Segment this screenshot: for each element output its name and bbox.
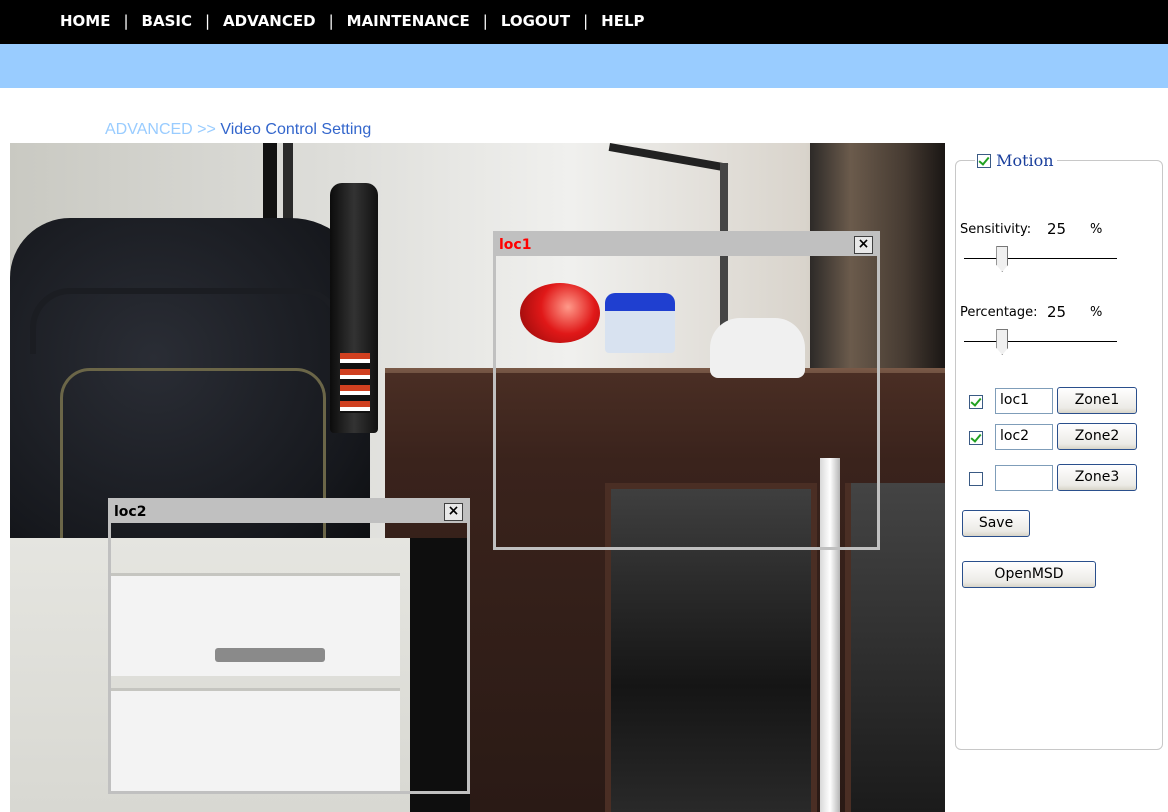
zone2-name-field[interactable]: loc2 [995,424,1053,450]
nav-help-link[interactable]: HELP [601,12,644,30]
zone3-name-field[interactable] [995,465,1053,491]
zone2-checkbox[interactable] [969,431,983,445]
zone3-checkbox[interactable] [969,472,983,486]
nav-separator: | [328,12,334,30]
percentage-value: 25 [1047,303,1067,321]
video-scene-bag-handle [30,288,342,354]
breadcrumb-separator: >> [197,121,216,138]
zone-window-titlebar[interactable]: loc1 × [496,234,877,256]
zone1-name-field[interactable]: loc1 [995,388,1053,414]
nav-separator: | [123,12,129,30]
zone3-button[interactable]: Zone3 [1057,464,1137,491]
nav-logout-link[interactable]: LOGOUT [501,12,570,30]
close-icon[interactable]: × [854,236,873,254]
motion-settings-panel [955,160,1163,750]
nav-separator: | [204,12,211,30]
video-scene-can-label [340,353,370,413]
zone-window-title: loc1 [499,237,532,253]
zone2-button[interactable]: Zone2 [1057,423,1137,450]
zone-window-title: loc2 [114,504,147,520]
sensitivity-label: Sensitivity: [960,222,1032,237]
zone1-button[interactable]: Zone1 [1057,387,1137,414]
nav-separator: | [482,12,488,30]
breadcrumb-current: Video Control Setting [220,121,372,138]
nav-separator: | [583,12,589,30]
header-banner [0,44,1168,88]
motion-zone-window-loc2[interactable]: loc2 × [108,498,470,794]
motion-checkbox[interactable] [977,154,991,168]
openmsd-button[interactable]: OpenMSD [962,561,1096,588]
zone1-checkbox[interactable] [969,395,983,409]
breadcrumb: ADVANCED >> Video Control Setting [105,121,371,139]
top-nav-bar: HOME | BASIC | ADVANCED | MAINTENANCE | LOGOUT | H… [0,0,1168,44]
motion-zone-window-loc1[interactable]: loc1 × [493,231,880,550]
nav-home-link[interactable]: HOME [60,12,110,30]
nav-maintenance-link[interactable]: MAINTENANCE [347,12,470,30]
save-button[interactable]: Save [962,510,1030,537]
motion-label: Motion [996,151,1054,170]
nav-basic-link[interactable]: BASIC [142,12,192,30]
nav-advanced-link[interactable]: ADVANCED [223,12,316,30]
percentage-unit: % [1090,305,1103,320]
sensitivity-unit: % [1090,222,1103,237]
percentage-slider-track[interactable] [964,341,1117,342]
sensitivity-slider-track[interactable] [964,258,1117,259]
breadcrumb-parent[interactable]: ADVANCED [105,121,193,138]
motion-legend: Motion [975,151,1057,170]
close-icon[interactable]: × [444,503,463,521]
percentage-label: Percentage: [960,305,1038,320]
sensitivity-value: 25 [1047,220,1067,238]
zone-window-titlebar[interactable]: loc2 × [111,501,467,523]
top-nav-menu: HOME | BASIC | ADVANCED | MAINTENANCE | LOGOUT | H… [60,12,645,30]
